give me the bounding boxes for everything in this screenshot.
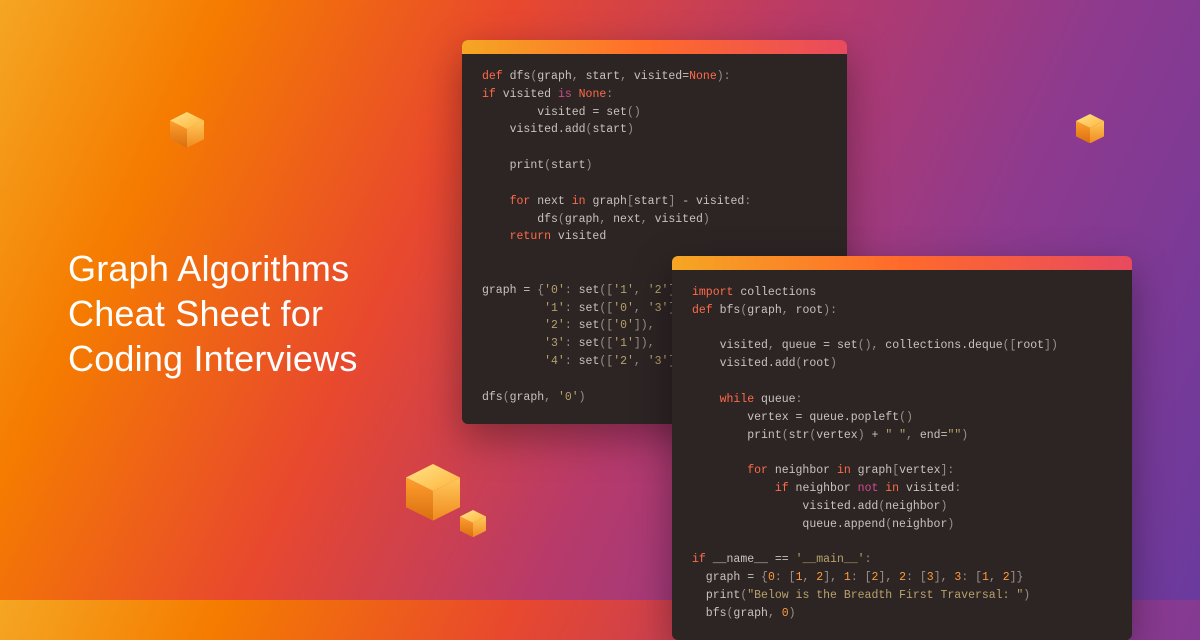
page-title: Graph Algorithms Cheat Sheet for Coding … — [68, 246, 358, 381]
cube-icon — [1076, 114, 1104, 143]
cube-icon — [170, 112, 204, 148]
title-line-3: Coding Interviews — [68, 336, 358, 381]
title-line-1: Graph Algorithms — [68, 246, 358, 291]
code-window-bfs: import collections def bfs(graph, root):… — [672, 256, 1132, 640]
code-block-bfs: import collections def bfs(graph, root):… — [672, 270, 1132, 640]
window-titlebar — [462, 40, 847, 54]
window-titlebar — [672, 256, 1132, 270]
cube-icon — [406, 464, 460, 521]
cube-icon — [460, 510, 486, 537]
title-line-2: Cheat Sheet for — [68, 291, 358, 336]
